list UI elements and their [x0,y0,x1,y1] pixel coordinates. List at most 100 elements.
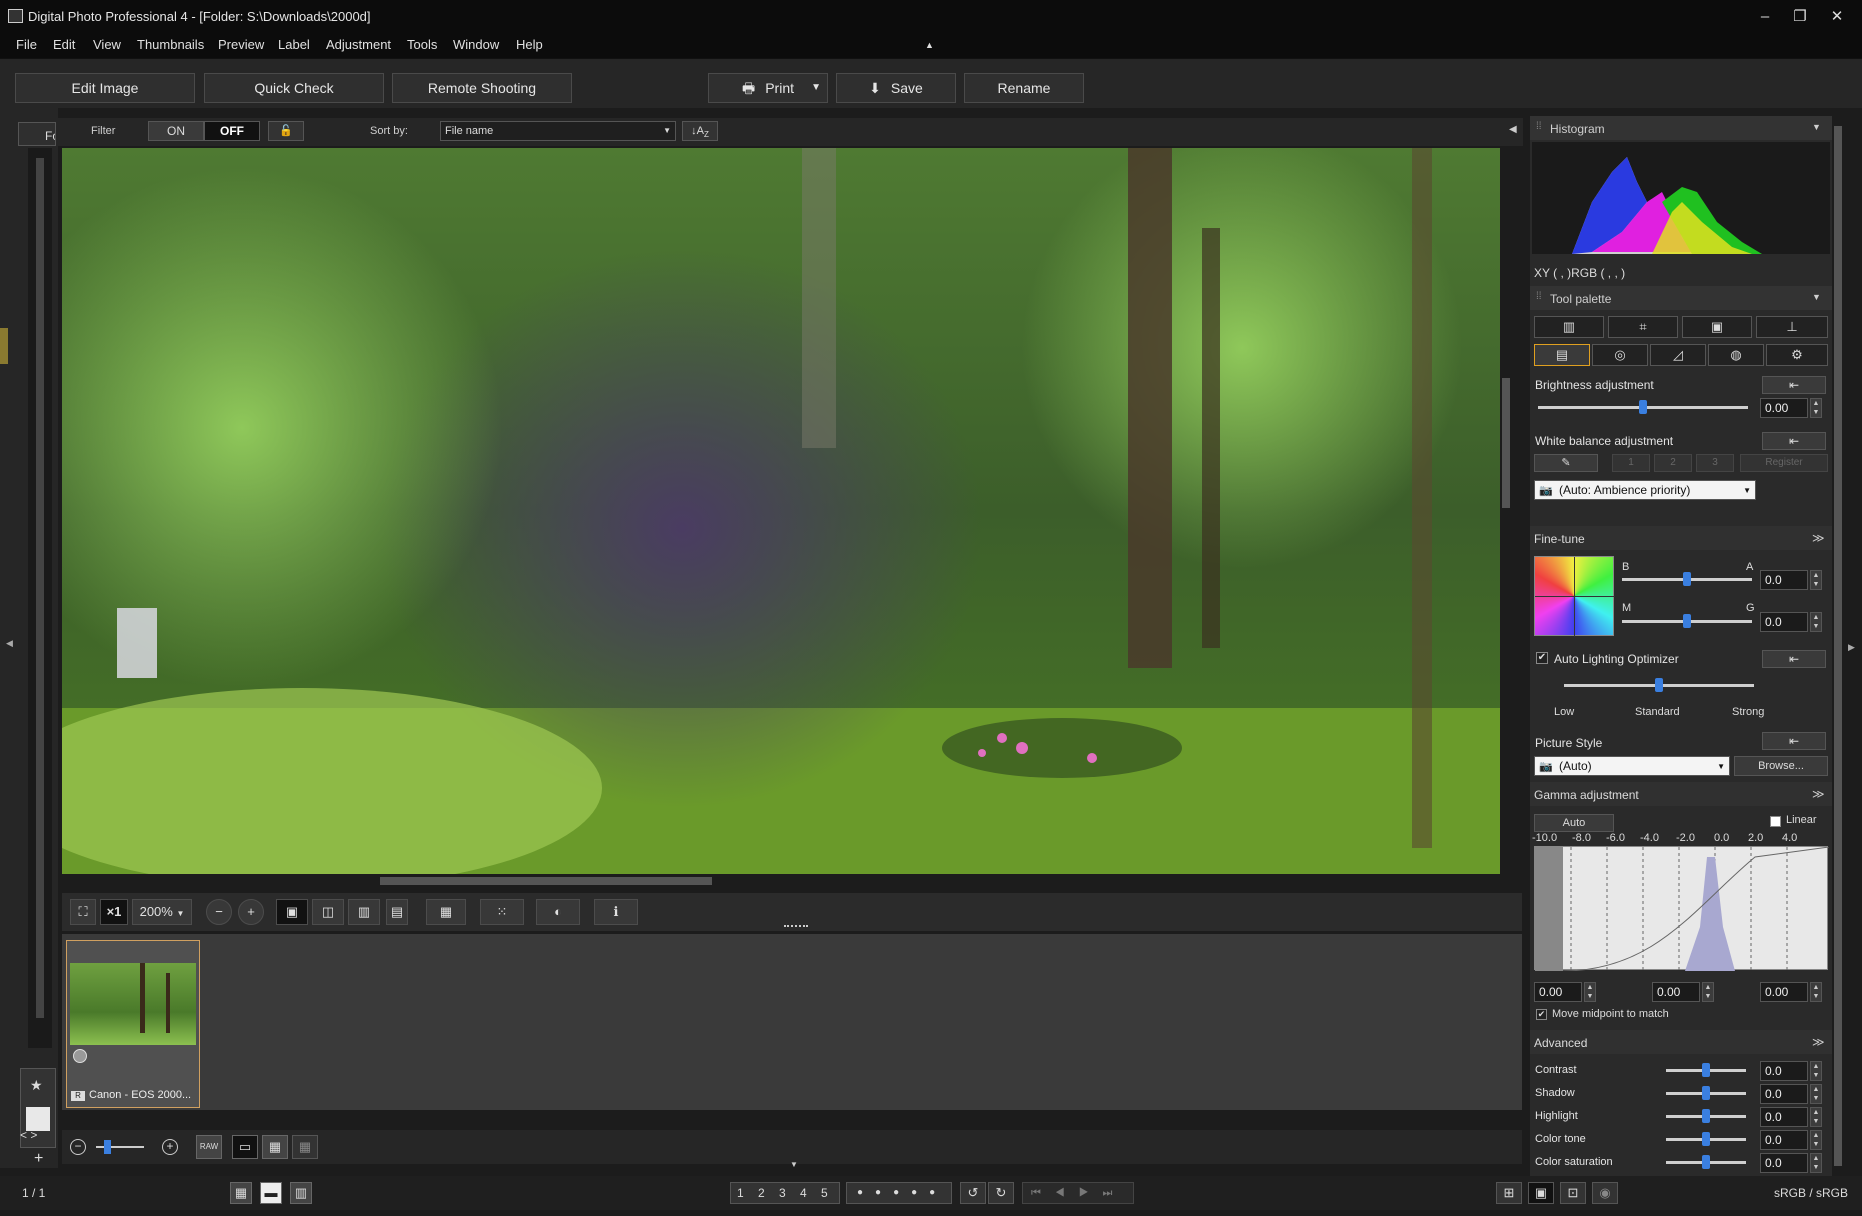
zoom-in-button[interactable]: + [238,899,264,925]
sync-view-icon[interactable]: ▤ [386,899,408,925]
save-button[interactable]: ⬇ Save [836,73,956,103]
tab-detail-icon[interactable]: ◎ [1592,344,1648,366]
quick-check-button[interactable]: Quick Check [204,73,384,103]
fit-window-button[interactable]: ⛶ [70,899,96,925]
splitter-handle[interactable] [784,925,808,928]
alo-checkbox[interactable]: ✔ [1536,652,1548,664]
tab-curve-icon[interactable]: ◿ [1650,344,1706,366]
advanced-row-spinner[interactable]: ▲ ▼ [1810,1130,1822,1150]
rating-5[interactable]: 5 [821,1186,828,1200]
gamma-white-spinner[interactable]: ▲ ▼ [1810,982,1822,1002]
gamma-white-field[interactable]: 0.00 [1760,982,1808,1002]
filter-on-button[interactable]: ON [148,121,204,141]
image-vscroll-thumb[interactable] [1502,378,1510,508]
tab-basic-adjust-icon[interactable]: ▤ [1534,344,1590,366]
move-midpoint-checkbox[interactable]: ✔ [1536,1009,1547,1020]
rating-3[interactable]: 3 [779,1186,786,1200]
thumbnail-check-icon[interactable] [73,1049,87,1063]
single-view-icon[interactable]: ▣ [276,899,308,925]
histogram-header[interactable]: ⁞⁞ Histogram ▼ [1530,116,1832,140]
raw-filter-icon[interactable]: RAW [196,1135,222,1159]
menu-view[interactable]: View [93,37,121,52]
advanced-collapse-icon[interactable]: ≫ [1812,1035,1825,1049]
finetune-header[interactable]: Fine-tune ≫ [1530,526,1832,550]
brightness-slider-thumb[interactable] [1639,400,1647,414]
highlight-warning-icon[interactable]: ◐ [536,899,580,925]
finetune-collapse-icon[interactable]: ≫ [1812,531,1825,545]
advanced-row-slider-thumb[interactable] [1702,1109,1710,1123]
thumbnail-item[interactable]: R Canon - EOS 2000... [66,940,200,1108]
advanced-row-value-field[interactable]: 0.0 [1760,1130,1808,1150]
label-dots[interactable]: ●●●●● [846,1182,952,1204]
print-button[interactable]: 🖶 Print ▼ [708,73,828,103]
grid-overlay-icon[interactable]: ▦ [426,899,466,925]
tab-stamp-icon[interactable]: ⊥ [1756,316,1828,338]
wb-preset-3[interactable]: 3 [1696,454,1734,472]
alo-reset-button[interactable]: ⇤ [1762,650,1826,668]
split-view-icon[interactable]: ▥ [348,899,380,925]
tool-palette-collapse-icon[interactable]: ▼ [1812,292,1821,302]
tab-color-icon[interactable]: ◍ [1708,344,1764,366]
zoom-select[interactable]: 200% ▼ [132,899,192,925]
info-icon[interactable]: ℹ [594,899,638,925]
gamma-mid-field[interactable]: 0.00 [1652,982,1700,1002]
advanced-row-slider-thumb[interactable] [1702,1063,1710,1077]
wb-preset-1[interactable]: 1 [1612,454,1650,472]
collapse-left-icon[interactable]: ◀ [6,638,13,649]
filter-lock-icon[interactable]: 🔓 [268,121,304,141]
ba-slider-thumb[interactable] [1683,572,1691,586]
tool-panel-scrollbar-thumb[interactable] [1834,126,1842,1166]
sort-select[interactable]: File name ▼ [440,121,676,141]
thumbnail-hscroll[interactable] [62,1110,1522,1124]
collapse-bottom-icon[interactable]: ▼ [790,1160,798,1169]
browse-button[interactable]: Browse... [1734,756,1828,776]
picture-style-select[interactable]: 📷 (Auto) ▼ [1534,756,1730,776]
mg-spinner[interactable]: ▲ ▼ [1810,612,1822,632]
image-hscroll-thumb[interactable] [380,877,712,885]
advanced-row-value-field[interactable]: 0.0 [1760,1153,1808,1173]
brightness-spinner[interactable]: ▲ ▼ [1810,398,1822,418]
thumb-size-up-icon[interactable]: + [162,1139,178,1155]
advanced-header[interactable]: Advanced ≫ [1530,1030,1832,1054]
sort-order-button[interactable]: ↓AZ [682,121,718,141]
camera-icon[interactable]: ◉ [1592,1182,1618,1204]
navigation-buttons[interactable]: ⏮◀▶⏭ [1022,1182,1134,1204]
mg-slider-thumb[interactable] [1683,614,1691,628]
tab-crop-icon[interactable]: ⌗ [1608,316,1678,338]
advanced-row-slider-thumb[interactable] [1702,1132,1710,1146]
menu-preview[interactable]: Preview [218,37,264,52]
advanced-row-value-field[interactable]: 0.0 [1760,1061,1808,1081]
advanced-row-spinner[interactable]: ▲ ▼ [1810,1084,1822,1104]
zoom-out-button[interactable]: − [206,899,232,925]
tool-palette-header[interactable]: ⁞⁞ Tool palette ▼ [1530,286,1832,310]
crop-view-icon[interactable]: ⊡ [1560,1182,1586,1204]
rename-button[interactable]: Rename [964,73,1084,103]
wb-preset-2[interactable]: 2 [1654,454,1692,472]
alo-slider-thumb[interactable] [1655,678,1663,692]
thumb-size-down-icon[interactable]: − [70,1139,86,1155]
ba-spinner[interactable]: ▲ ▼ [1810,570,1822,590]
tab-lens-icon[interactable]: ▣ [1682,316,1752,338]
rating-4[interactable]: 4 [800,1186,807,1200]
advanced-row-slider-thumb[interactable] [1702,1155,1710,1169]
right-edge-expand-icon[interactable]: ▶ [1848,642,1855,653]
rotate-left-icon[interactable]: ↺ [960,1182,986,1204]
picture-style-reset-button[interactable]: ⇤ [1762,732,1826,750]
add-folder-icon[interactable]: + [34,1150,43,1168]
image-preview[interactable] [62,148,1512,874]
filmstrip-view-icon[interactable]: ▭ [232,1135,258,1159]
wb-mode-select[interactable]: 📷 (Auto: Ambience priority) ▼ [1534,480,1756,500]
actual-size-button[interactable]: ×1 [100,899,128,925]
advanced-row-slider-thumb[interactable] [1702,1086,1710,1100]
gamma-curve-graph[interactable] [1534,846,1830,972]
rating-1[interactable]: 1 [737,1186,744,1200]
linear-checkbox[interactable] [1770,816,1781,827]
expand-collapse-icon[interactable]: < > [20,1128,37,1142]
gamma-black-field[interactable]: 0.00 [1534,982,1582,1002]
collapse-right-panel-icon[interactable]: ◀ [1509,124,1517,135]
menu-help[interactable]: Help [516,37,543,52]
restore-button[interactable]: ❐ [1785,6,1815,28]
mg-value-field[interactable]: 0.0 [1760,612,1808,632]
rating-2[interactable]: 2 [758,1186,765,1200]
edit-window-icon[interactable]: ▣ [1528,1182,1554,1204]
